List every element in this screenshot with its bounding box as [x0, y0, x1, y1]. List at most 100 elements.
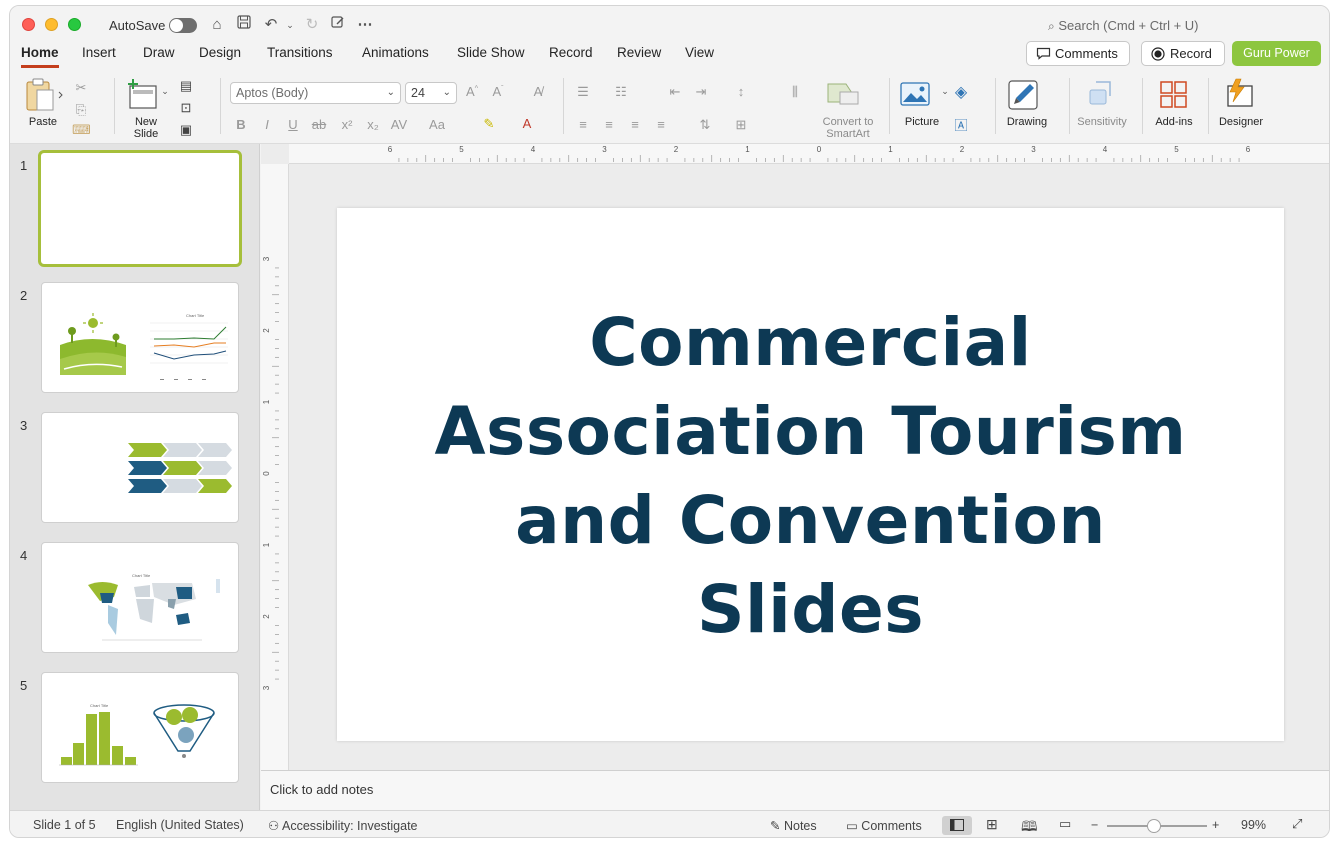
picture-icon[interactable] [900, 82, 930, 109]
paste-icon[interactable] [24, 78, 64, 114]
autosave-toggle[interactable] [169, 18, 197, 33]
sensitivity-label: Sensitivity [1077, 116, 1127, 128]
text-direction-icon[interactable]: ⇅ [696, 117, 714, 133]
zoom-out-button[interactable]: − [1091, 818, 1098, 832]
change-case-icon[interactable]: Aa [428, 117, 446, 132]
subscript-icon[interactable]: x₂ [364, 117, 382, 132]
copy-icon[interactable]: ⎘ [72, 102, 90, 118]
tab-animations[interactable]: Animations [362, 45, 429, 65]
slideshow-icon[interactable]: ▭ [1059, 816, 1071, 832]
normal-view-button[interactable] [942, 816, 972, 835]
slide-number: 1 [20, 158, 28, 173]
comments-button[interactable]: Comments [1026, 41, 1130, 66]
addins-icon[interactable] [1159, 80, 1189, 113]
justify-icon[interactable]: ≡ [652, 117, 670, 132]
new-slide-dropdown-icon[interactable]: ⌄ [156, 86, 174, 97]
tab-draw[interactable]: Draw [143, 45, 175, 65]
bold-icon[interactable]: B [232, 117, 250, 132]
accessibility-indicator[interactable]: ⚇ Accessibility: Investigate [268, 818, 418, 833]
maximize-window-button[interactable] [68, 18, 81, 31]
font-name-select[interactable]: Aptos (Body) ⌄ [230, 82, 401, 104]
close-window-button[interactable] [22, 18, 35, 31]
slide-thumbnail-1[interactable] [38, 150, 242, 267]
decrease-indent-icon[interactable]: ⇤ [666, 84, 684, 100]
grow-font-icon[interactable]: A^ [463, 84, 481, 99]
shapes-icon[interactable]: ◈ [952, 82, 970, 102]
tab-insert[interactable]: Insert [82, 45, 116, 65]
slide-number: 2 [20, 288, 28, 303]
minimize-window-button[interactable] [45, 18, 58, 31]
tab-view[interactable]: View [685, 45, 714, 65]
guru-power-button[interactable]: Guru Power [1232, 41, 1321, 66]
sensitivity-icon[interactable] [1086, 80, 1114, 111]
ruler-label: 6 [388, 145, 393, 154]
text-box-icon[interactable]: 🄰 [952, 115, 970, 134]
highlight-icon[interactable]: ✎ [480, 116, 498, 132]
line-spacing-icon[interactable]: ↕ [732, 84, 750, 99]
slide-thumbnail-5[interactable]: Chart Title [41, 672, 239, 783]
more-icon[interactable]: ⋯ [355, 15, 375, 35]
tab-transitions[interactable]: Transitions [267, 45, 333, 65]
vertical-ruler[interactable]: 3 2 1 0 1 2 3 [261, 164, 289, 770]
format-painter-icon[interactable]: ⌨ [72, 122, 91, 138]
convert-smartart-label[interactable]: Convert to SmartArt [818, 116, 878, 140]
drawing-icon[interactable] [1008, 80, 1038, 113]
cut-icon[interactable]: ✂ [72, 80, 90, 96]
search-input[interactable]: ⌕ Search (Cmd + Ctrl + U) [1048, 18, 1199, 34]
zoom-slider-handle[interactable] [1147, 819, 1161, 833]
tab-review[interactable]: Review [617, 45, 661, 65]
tab-slide-show[interactable]: Slide Show [457, 45, 525, 65]
italic-icon[interactable]: I [258, 117, 276, 132]
shrink-font-icon[interactable]: Aˇ [489, 84, 507, 99]
redo-icon[interactable]: ↻ [302, 15, 322, 35]
current-slide[interactable]: Commercial Association Tourism and Conve… [337, 208, 1284, 741]
ruler-label: 5 [459, 145, 464, 154]
underline-icon[interactable]: U [284, 117, 302, 132]
slide-thumbnail-3[interactable] [41, 412, 239, 523]
columns-icon[interactable]: ⫼ [786, 84, 804, 100]
undo-dropdown-icon[interactable]: ⌄ [280, 15, 300, 35]
slide-thumbnail-2[interactable]: Chart Title [41, 282, 239, 393]
increase-indent-icon[interactable]: ⇥ [692, 84, 710, 100]
record-button[interactable]: Record [1141, 41, 1225, 66]
clear-formatting-icon[interactable]: A̸ [529, 84, 547, 99]
save-icon[interactable] [234, 15, 254, 35]
align-left-icon[interactable]: ≡ [574, 117, 592, 132]
slide-thumbnails-pane[interactable]: 1 2 Chart Title 3 4 Chart Title 5 Chart … [10, 144, 260, 810]
layout-icon[interactable]: ▤ [177, 78, 195, 94]
section-icon[interactable]: ▣ [177, 122, 195, 138]
superscript-icon[interactable]: x² [338, 117, 356, 132]
font-size-select[interactable]: 24 ⌄ [405, 82, 457, 104]
slide-sorter-icon[interactable]: ⊞ [986, 816, 998, 833]
customize-icon[interactable] [328, 15, 348, 35]
ruler-label: 2 [674, 145, 679, 154]
tab-home[interactable]: Home [21, 45, 59, 68]
slide-thumbnail-4[interactable]: Chart Title [41, 542, 239, 653]
zoom-in-button[interactable]: + [1212, 818, 1219, 832]
font-color-icon[interactable]: A [518, 116, 536, 131]
tab-record[interactable]: Record [549, 45, 593, 65]
numbering-icon[interactable]: ☷ [612, 84, 630, 100]
align-right-icon[interactable]: ≡ [626, 117, 644, 132]
comments-toggle-button[interactable]: ▭ Comments [846, 818, 922, 833]
smartart-icon[interactable] [826, 80, 860, 109]
slide-title[interactable]: Commercial Association Tourism and Conve… [407, 298, 1214, 654]
fit-to-window-icon[interactable]: ⤢ [1292, 816, 1302, 832]
character-spacing-icon[interactable]: AV [390, 117, 408, 132]
strikethrough-icon[interactable]: ab [310, 117, 328, 132]
horizontal-ruler[interactable]: 6 5 4 3 2 1 0 1 2 3 4 5 6 [289, 144, 1329, 164]
align-center-icon[interactable]: ≡ [600, 117, 618, 132]
notes-toggle-button[interactable]: ✎ Notes [770, 818, 817, 833]
language-indicator[interactable]: English (United States) [116, 818, 244, 832]
undo-icon[interactable]: ↶ [261, 15, 281, 35]
reset-icon[interactable]: ⊡ [177, 100, 195, 116]
align-text-icon[interactable]: ⊞ [732, 117, 750, 133]
designer-icon[interactable] [1224, 78, 1256, 113]
tab-design[interactable]: Design [199, 45, 241, 65]
home-icon[interactable]: ⌂ [207, 15, 227, 35]
bullets-icon[interactable]: ☰ [574, 84, 592, 100]
ribbon-tabs: Home Insert Draw Design Transitions Anim… [10, 42, 1329, 72]
zoom-level[interactable]: 99% [1241, 818, 1266, 832]
reading-view-icon[interactable]: 🕮 [1021, 816, 1038, 837]
notes-pane[interactable]: Click to add notes [261, 770, 1329, 810]
